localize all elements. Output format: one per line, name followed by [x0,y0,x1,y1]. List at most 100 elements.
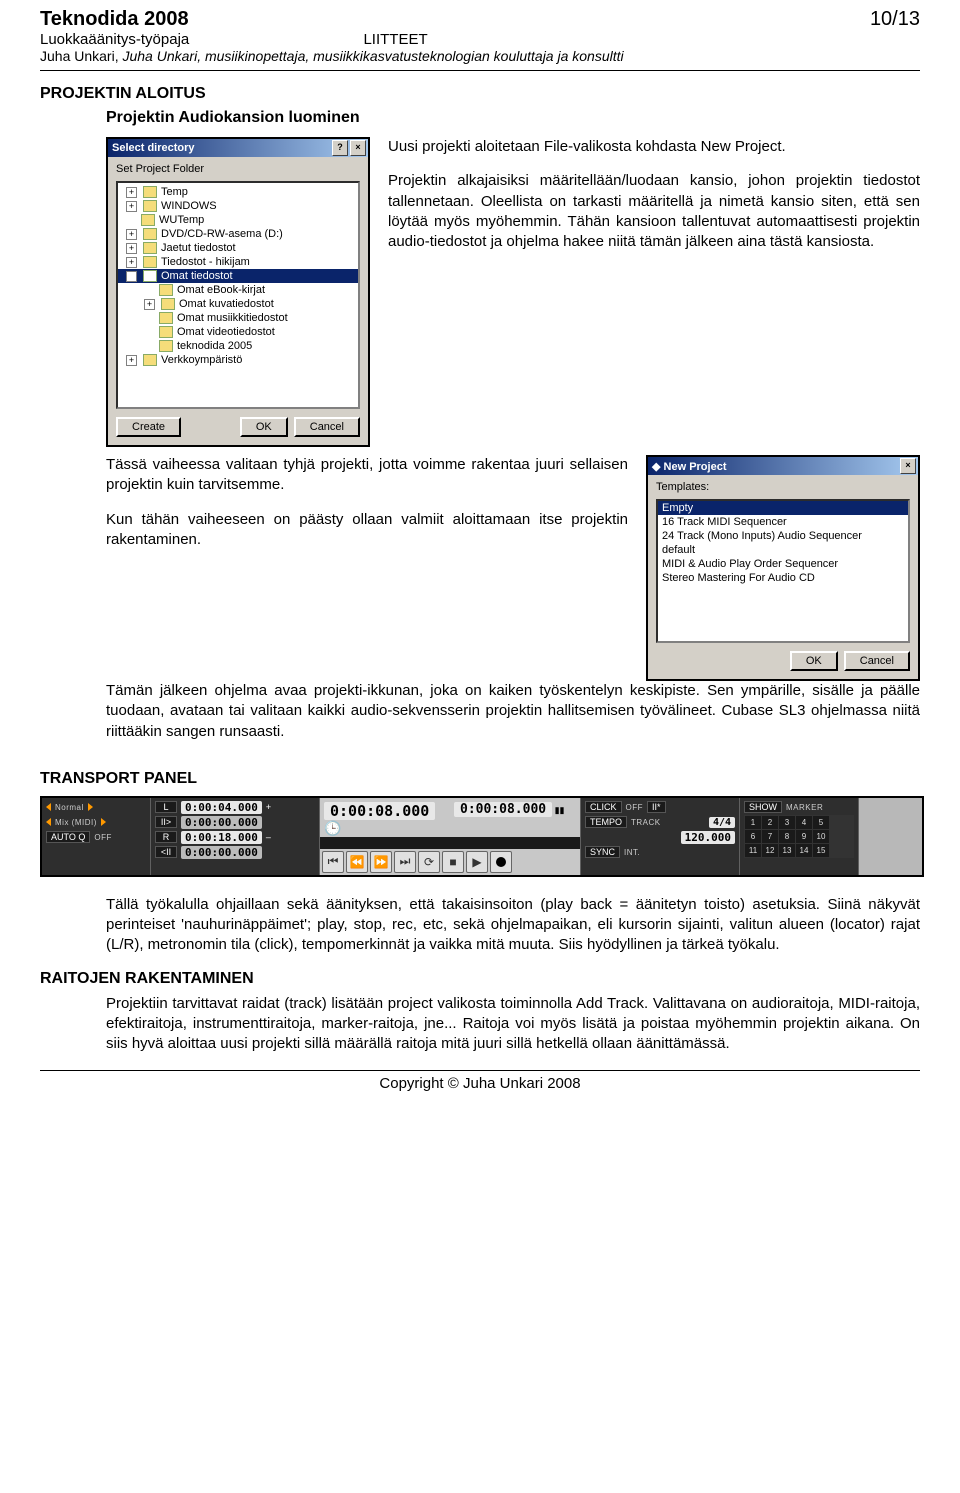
expand-icon[interactable]: + [126,201,137,212]
timeline-overview[interactable] [320,837,580,849]
help-icon[interactable]: ? [332,140,348,156]
marker-cell[interactable]: 12 [762,844,778,857]
marker-cell[interactable]: 10 [813,830,829,843]
expand-icon[interactable]: + [126,355,137,366]
close-icon[interactable]: × [350,140,366,156]
tree-item[interactable]: teknodida 2005 [118,339,358,353]
chevron-right-icon[interactable] [101,818,106,826]
create-button[interactable]: Create [116,417,181,437]
tree-item[interactable]: +Omat kuvatiedostot [118,297,358,311]
rewind-button[interactable]: ⏪ [346,851,368,873]
ok-button[interactable]: OK [240,417,288,437]
expand-icon[interactable]: + [126,187,137,198]
marker-cell[interactable]: 7 [762,830,778,843]
cycle-button[interactable]: ⟳ [418,851,440,873]
template-item[interactable]: Stereo Mastering For Audio CD [658,571,908,585]
marker-cell[interactable]: 1 [745,816,761,829]
tempo-label[interactable]: TEMPO [585,816,627,828]
show-label[interactable]: SHOW [744,801,782,813]
mode-normal[interactable]: Normal [55,803,84,812]
marker-cell[interactable]: 15 [813,844,829,857]
marker-cell[interactable]: 13 [779,844,795,857]
tree-item[interactable]: +Jaetut tiedostot [118,241,358,255]
tree-item[interactable]: WUTemp [118,213,358,227]
marker-cell[interactable]: 8 [779,830,795,843]
click-label[interactable]: CLICK [585,801,622,813]
preroll-time[interactable]: 0:00:00.000 [181,816,262,829]
chevron-left-icon[interactable] [46,803,51,811]
ok-button[interactable]: OK [790,651,838,671]
folder-icon [143,228,157,240]
time-signature[interactable]: 4/4 [709,817,735,828]
spacer-icon [126,216,135,225]
tree-item-label: DVD/CD-RW-asema (D:) [161,228,283,240]
tree-item-label: Temp [161,186,188,198]
expand-icon[interactable]: + [126,243,137,254]
tree-item-label: Omat videotiedostot [177,326,275,338]
tree-item[interactable]: Omat videotiedostot [118,325,358,339]
chevron-left-icon[interactable] [46,818,51,826]
play-button[interactable]: ▶ [466,851,488,873]
template-item[interactable]: 16 Track MIDI Sequencer [658,515,908,529]
tree-item[interactable]: + Temp [118,185,358,199]
dialog-titlebar[interactable]: ◆ New Project × [648,457,918,475]
left-locator-time[interactable]: 0:00:04.000 [181,801,262,814]
tree-item[interactable]: Omat eBook-kirjat [118,283,358,297]
template-list[interactable]: Empty16 Track MIDI Sequencer24 Track (Mo… [656,499,910,643]
cancel-button[interactable]: Cancel [294,417,360,437]
locator-left[interactable]: L [155,801,177,813]
close-icon[interactable]: × [900,458,916,474]
template-item[interactable]: 24 Track (Mono Inputs) Audio Sequencer [658,529,908,543]
marker-cell[interactable]: 3 [779,816,795,829]
bars-icon[interactable]: ▮▮ [555,805,565,815]
chevron-right-icon[interactable] [88,803,93,811]
tree-item-label: WINDOWS [161,200,217,212]
expand-icon[interactable]: + [126,229,137,240]
locator-pre[interactable]: II> [155,816,177,828]
collapse-icon[interactable]: - [126,271,137,282]
tree-item[interactable]: Omat musiikkitiedostot [118,311,358,325]
dialog-titlebar[interactable]: Select directory ? × [108,139,368,157]
clock-icon[interactable]: 🕒 [324,820,341,836]
expand-icon[interactable]: + [126,257,137,268]
tree-item[interactable]: +Tiedostot - hikijam [118,255,358,269]
marker-grid[interactable]: 123456789101112131415 [744,815,854,858]
locator-right[interactable]: R [155,831,177,843]
marker-cell[interactable]: 5 [813,816,829,829]
minus-icon[interactable]: – [266,832,271,842]
template-item[interactable]: MIDI & Audio Play Order Sequencer [658,557,908,571]
tree-item[interactable]: + DVD/CD-RW-asema (D:) [118,227,358,241]
template-item[interactable]: default [658,543,908,557]
secondary-time[interactable]: 0:00:08.000 [454,802,552,817]
autoq-label[interactable]: AUTO Q [46,831,90,843]
expand-icon[interactable]: + [144,299,155,310]
folder-tree[interactable]: +Temp+WINDOWSWUTemp+DVD/CD-RW-asema (D:)… [116,181,360,409]
goto-end-button[interactable]: ⏭ [394,851,416,873]
plus-icon[interactable]: + [266,802,271,812]
marker-cell[interactable]: 6 [745,830,761,843]
forward-button[interactable]: ⏩ [370,851,392,873]
postroll-time[interactable]: 0:00:00.000 [181,846,262,859]
bpm-value[interactable]: 120.000 [681,831,735,844]
marker-cell[interactable]: 11 [745,844,761,857]
marker-cell[interactable]: 4 [796,816,812,829]
goto-start-button[interactable]: ⏮ [322,851,344,873]
precount-icon[interactable]: II* [647,801,666,813]
cancel-button[interactable]: Cancel [844,651,910,671]
marker-cell[interactable]: 2 [762,816,778,829]
primary-time[interactable]: 0:00:08.000 [324,802,435,820]
new-project-dialog: ◆ New Project × Templates: Empty16 Track… [646,455,920,681]
marker-cell[interactable]: 14 [796,844,812,857]
right-locator-time[interactable]: 0:00:18.000 [181,831,262,844]
tree-item[interactable]: -Omat tiedostot [118,269,358,283]
marker-cell[interactable]: 9 [796,830,812,843]
template-item[interactable]: Empty [658,501,908,515]
folder-icon [143,186,157,198]
mode-mix[interactable]: Mix (MIDI) [55,818,97,827]
tree-item[interactable]: +Verkkoympäristö [118,353,358,367]
folder-icon [141,214,155,226]
record-button[interactable] [490,851,512,873]
stop-button[interactable]: ■ [442,851,464,873]
tree-item[interactable]: + WINDOWS [118,199,358,213]
sync-label[interactable]: SYNC [585,846,620,858]
